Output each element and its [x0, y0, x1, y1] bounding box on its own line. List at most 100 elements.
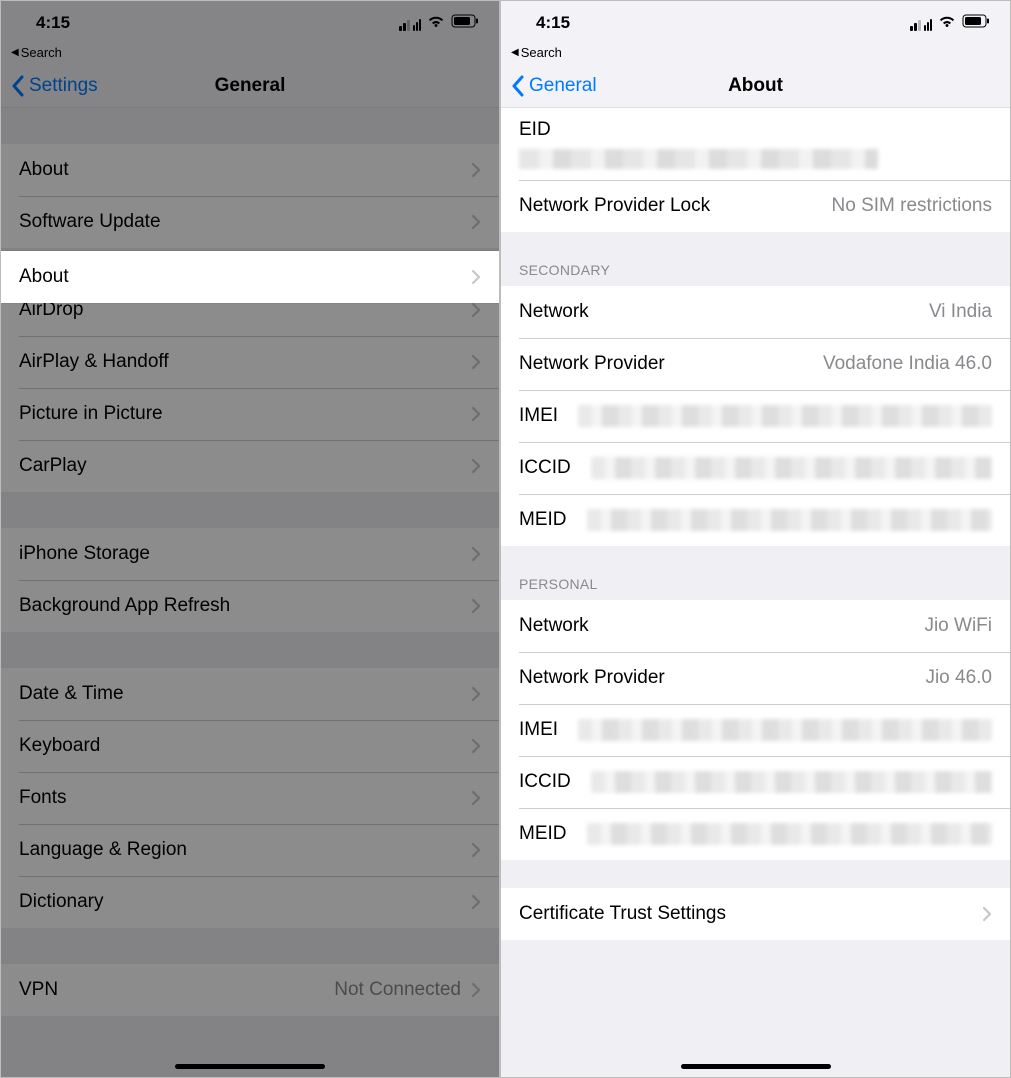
back-label: General — [529, 75, 597, 97]
chevron-left-icon — [11, 75, 25, 97]
settings-row[interactable]: About — [1, 144, 499, 196]
status-time: 4:15 — [536, 13, 570, 33]
cell-label: AirPlay & Handoff — [19, 351, 169, 373]
settings-row[interactable]: AirPlay & Handoff — [1, 336, 499, 388]
cell-label: MEID — [519, 823, 567, 845]
cell-label: Dictionary — [19, 891, 103, 913]
chevron-right-icon — [471, 738, 481, 754]
settings-row[interactable]: MEID — [501, 808, 1010, 860]
cell-label: About — [19, 159, 69, 181]
breadcrumb-label: Search — [21, 45, 62, 60]
settings-row[interactable]: NetworkJio WiFi — [501, 600, 1010, 652]
chevron-right-icon — [471, 214, 481, 230]
content-right[interactable]: EIDNetwork Provider LockNo SIM restricti… — [501, 108, 1010, 1077]
cell-label: CarPlay — [19, 455, 87, 477]
chevron-right-icon — [471, 546, 481, 562]
battery-icon — [451, 13, 479, 33]
cell-value: Jio WiFi — [589, 615, 992, 637]
redacted-value — [587, 509, 993, 531]
redacted-value — [591, 457, 992, 479]
signal-icon — [399, 16, 421, 30]
settings-row[interactable]: NetworkVi India — [501, 286, 1010, 338]
phone-left-general: 4:15 ◀ Search Settings General About Soft… — [0, 0, 500, 1078]
settings-row[interactable]: IMEI — [501, 704, 1010, 756]
cell-value: Vi India — [589, 301, 992, 323]
cell-label: Network Provider — [519, 353, 665, 375]
redacted-value — [578, 405, 992, 427]
settings-row[interactable]: Keyboard — [1, 720, 499, 772]
redacted-value — [587, 823, 993, 845]
settings-row[interactable]: Background App Refresh — [1, 580, 499, 632]
redacted-value — [591, 771, 992, 793]
back-button[interactable]: General — [501, 75, 597, 97]
settings-row[interactable]: Language & Region — [1, 824, 499, 876]
settings-row[interactable]: Network ProviderJio 46.0 — [501, 652, 1010, 704]
settings-row[interactable]: MEID — [501, 494, 1010, 546]
cell-group: NetworkJio WiFiNetwork ProviderJio 46.0I… — [501, 600, 1010, 860]
settings-row[interactable]: Dictionary — [1, 876, 499, 928]
cell-label: IMEI — [519, 405, 558, 427]
settings-row[interactable]: iPhone Storage — [1, 528, 499, 580]
breadcrumb-label: Search — [521, 45, 562, 60]
cell-value: Not Connected — [58, 979, 461, 1001]
settings-row[interactable]: CarPlay — [1, 440, 499, 492]
chevron-right-icon — [471, 894, 481, 910]
home-indicator — [681, 1064, 831, 1069]
cell-label: ICCID — [519, 771, 571, 793]
status-bar: 4:15 — [501, 1, 1010, 45]
settings-row[interactable]: Network ProviderVodafone India 46.0 — [501, 338, 1010, 390]
settings-row[interactable]: About — [1, 251, 499, 303]
settings-row[interactable]: Date & Time — [1, 668, 499, 720]
cell-label: Network — [519, 615, 589, 637]
cell-label: About — [19, 266, 69, 288]
chevron-left-icon — [511, 75, 525, 97]
back-label: Settings — [29, 75, 98, 97]
cell-group: AirDropAirPlay & HandoffPicture in Pictu… — [1, 284, 499, 492]
navbar: Settings General — [1, 64, 499, 108]
settings-row[interactable]: Certificate Trust Settings — [501, 888, 1010, 940]
breadcrumb-back-icon: ◀ — [11, 47, 19, 58]
settings-row[interactable]: Fonts — [1, 772, 499, 824]
settings-row[interactable]: EID — [501, 108, 1010, 180]
cell-label: VPN — [19, 979, 58, 1001]
cell-label: Date & Time — [19, 683, 124, 705]
chevron-right-icon — [471, 982, 481, 998]
breadcrumb-back-icon: ◀ — [511, 47, 519, 58]
cell-group: VPNNot Connected — [1, 964, 499, 1016]
section-header: PERSONAL — [501, 546, 1010, 600]
status-icons — [399, 13, 479, 33]
settings-row[interactable]: ICCID — [501, 442, 1010, 494]
settings-row[interactable]: Picture in Picture — [1, 388, 499, 440]
cell-group: Date & Time Keyboard Fonts Language & Regio… — [1, 668, 499, 928]
cell-label: Software Update — [19, 211, 161, 233]
breadcrumb[interactable]: ◀ Search — [501, 45, 1010, 64]
phone-right-about: 4:15 ◀ Search General About EIDNetwork P… — [500, 0, 1011, 1078]
battery-icon — [962, 13, 990, 33]
settings-row[interactable]: IMEI — [501, 390, 1010, 442]
cell-label: IMEI — [519, 719, 558, 741]
cell-label: Keyboard — [19, 735, 100, 757]
cell-value: Vodafone India 46.0 — [665, 353, 992, 375]
chevron-right-icon — [471, 458, 481, 474]
cell-label: Language & Region — [19, 839, 187, 861]
wifi-icon — [938, 13, 956, 33]
settings-row[interactable]: Network Provider LockNo SIM restrictions — [501, 180, 1010, 232]
settings-row[interactable]: VPNNot Connected — [1, 964, 499, 1016]
settings-row[interactable]: Software Update — [1, 196, 499, 248]
cell-label: Fonts — [19, 787, 67, 809]
chevron-right-icon — [471, 354, 481, 370]
chevron-right-icon — [471, 269, 481, 285]
status-bar: 4:15 — [1, 1, 499, 45]
back-button[interactable]: Settings — [1, 75, 98, 97]
cell-label: Certificate Trust Settings — [519, 903, 726, 925]
cell-label: iPhone Storage — [19, 543, 150, 565]
status-icons — [910, 13, 990, 33]
highlight-about-row: About — [1, 251, 499, 303]
settings-row[interactable]: ICCID — [501, 756, 1010, 808]
cell-label: Picture in Picture — [19, 403, 163, 425]
chevron-right-icon — [471, 598, 481, 614]
cell-value: Jio 46.0 — [665, 667, 992, 689]
home-indicator — [175, 1064, 325, 1069]
breadcrumb[interactable]: ◀ Search — [1, 45, 499, 64]
chevron-right-icon — [982, 906, 992, 922]
